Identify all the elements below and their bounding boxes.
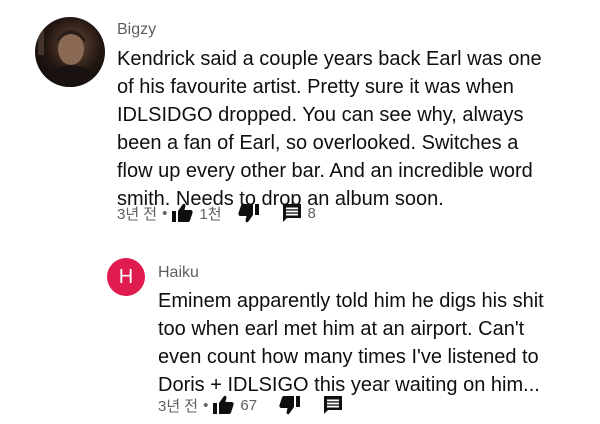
- cropped-top-text: ▔▔▔▔ ▔▔▔▔ ▔▔▔▔▔ ▔▔▔ ▔▔▔▔▔▔ ▔▔▔: [0, 0, 600, 9]
- comment-author[interactable]: Haiku: [158, 264, 199, 282]
- comment-text-line: Kendrick said a couple years back Earl w…: [117, 48, 542, 70]
- comment-text-line: even count how many times I've listened …: [158, 346, 539, 368]
- cropped-text-remnant: ▔▔▔▔ ▔▔▔▔ ▔▔▔▔▔ ▔▔▔ ▔▔▔▔▔▔ ▔▔▔: [196, 0, 402, 5]
- comment-actions: 3년 전 • 67: [158, 394, 343, 416]
- like-button[interactable]: [171, 203, 193, 223]
- dislike-button[interactable]: [237, 203, 260, 223]
- comment-actions: 3년 전 • 1천 8: [117, 202, 316, 224]
- comment-text-line: IDLSIDGO dropped. You can see why, alway…: [117, 104, 524, 126]
- thumbs-up-icon: [213, 395, 234, 414]
- avatar[interactable]: H: [107, 258, 145, 296]
- comment-text: Eminem apparently told him he digs his s…: [158, 287, 544, 399]
- like-count: 67: [240, 396, 258, 414]
- comment-timestamp[interactable]: 3년 전: [117, 203, 157, 224]
- reply-button[interactable]: [323, 395, 343, 415]
- comment-icon: [324, 396, 343, 414]
- thumbs-down-icon: [237, 204, 259, 223]
- comment-text-line: Eminem apparently told him he digs his s…: [158, 290, 544, 312]
- user-photo-icon: [38, 25, 101, 87]
- thumbs-down-icon: [279, 396, 301, 415]
- avatar-letter: H: [118, 265, 134, 288]
- comment-text-line: too when earl met him at an airport. Can…: [158, 318, 525, 340]
- comment-text: Kendrick said a couple years back Earl w…: [117, 45, 542, 213]
- reply-button[interactable]: [282, 203, 302, 223]
- reply-count: 8: [307, 204, 316, 222]
- like-button[interactable]: [212, 395, 234, 415]
- separator-dot: •: [162, 204, 168, 222]
- dislike-button[interactable]: [279, 395, 301, 415]
- comment-author[interactable]: Bigzy: [117, 21, 156, 39]
- comment-text-line: flow up every other bar. And an incredib…: [117, 160, 533, 182]
- separator-dot: •: [203, 396, 209, 414]
- comment-text-line: of his favourite artist. Pretty sure it …: [117, 76, 514, 98]
- like-count: 1천: [199, 205, 222, 223]
- thumbs-up-icon: [172, 203, 193, 222]
- comment-icon: [282, 204, 301, 222]
- avatar[interactable]: [35, 17, 105, 87]
- comment-text-line: been a fan of Earl, so overlooked. Switc…: [117, 132, 519, 154]
- comment-timestamp[interactable]: 3년 전: [158, 395, 198, 416]
